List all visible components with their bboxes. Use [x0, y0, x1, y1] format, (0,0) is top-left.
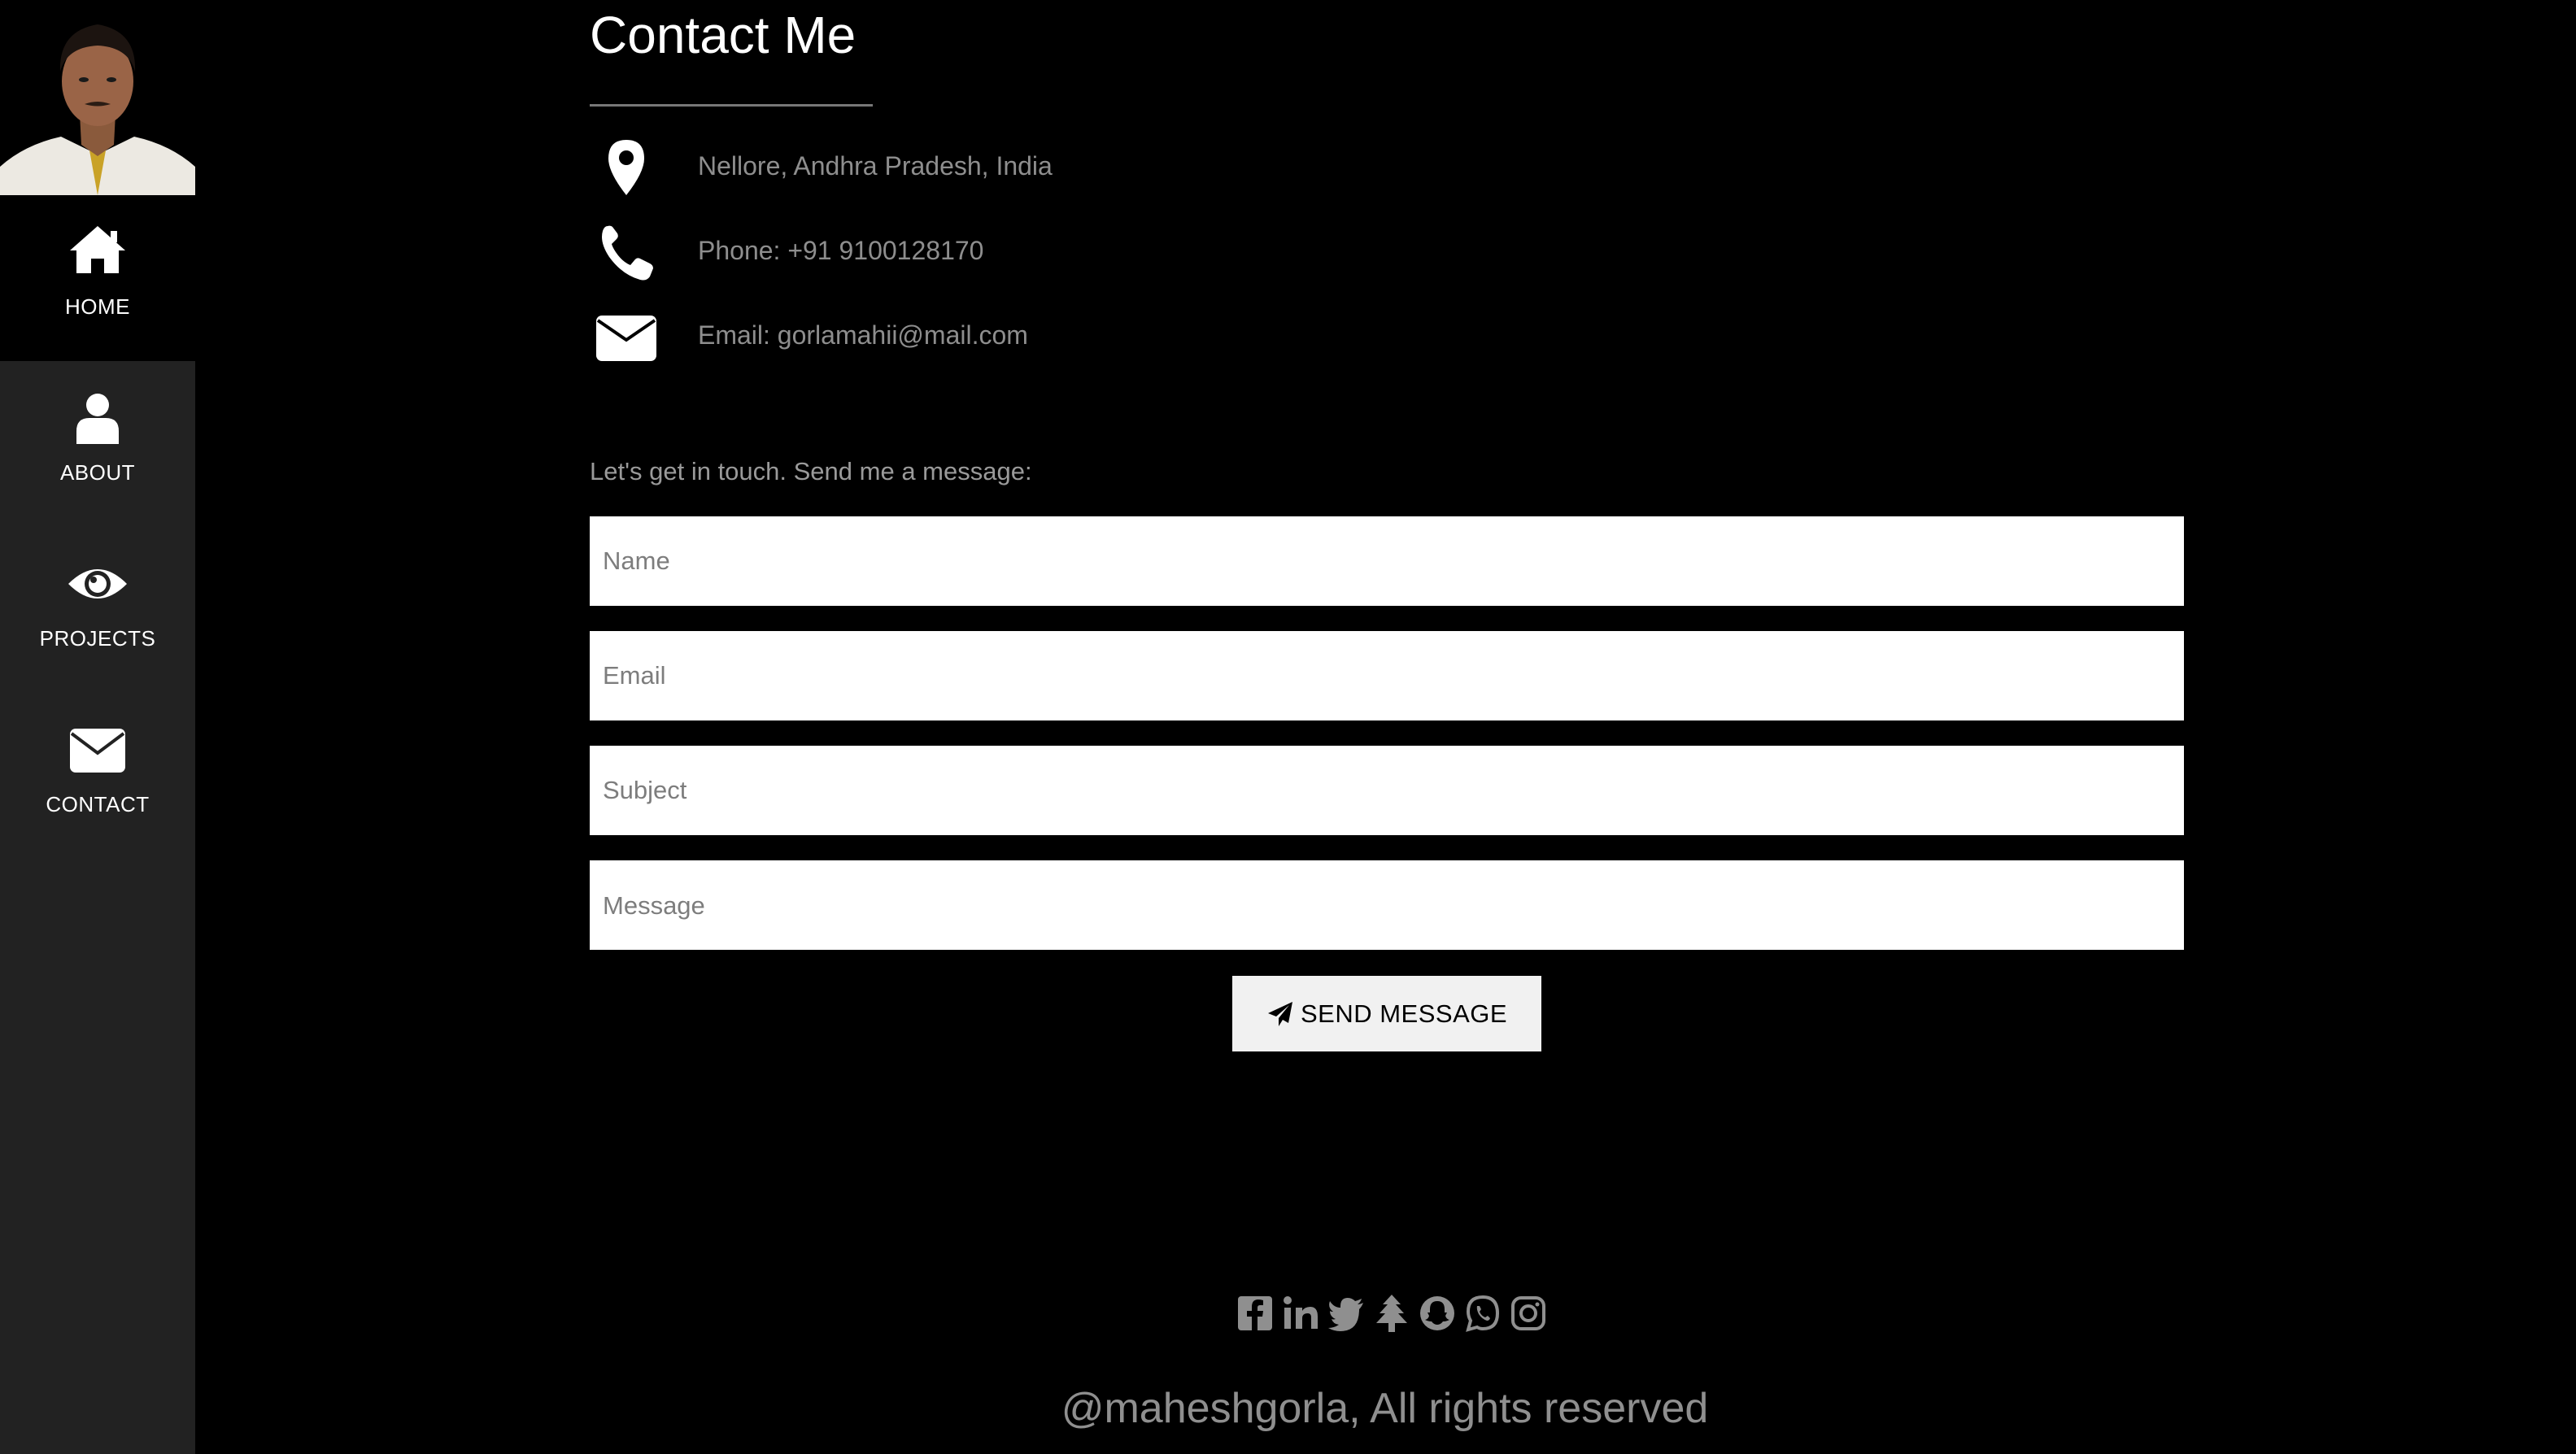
- sidebar-item-about[interactable]: ABOUT: [0, 361, 195, 527]
- title-divider: [590, 104, 873, 107]
- envelope-icon: [70, 729, 125, 773]
- sidebar-item-label: HOME: [65, 294, 130, 319]
- linktree-icon[interactable]: [1373, 1293, 1410, 1334]
- whatsapp-icon[interactable]: [1464, 1293, 1502, 1334]
- sidebar-item-label: CONTACT: [46, 792, 150, 816]
- contact-info-location: Nellore, Andhra Pradesh, India: [590, 130, 1322, 203]
- snapchat-icon[interactable]: [1419, 1293, 1456, 1334]
- user-icon: [76, 394, 119, 444]
- message-field[interactable]: [590, 860, 2184, 950]
- contact-info-email: Email: gorlamahii@mail.com: [590, 299, 1322, 372]
- sidebar-item-label: ABOUT: [59, 460, 136, 485]
- map-marker-icon: [608, 140, 644, 195]
- eye-icon: [68, 569, 127, 599]
- sidebar-item-projects[interactable]: PROJECTS: [0, 527, 195, 693]
- paper-plane-icon: [1267, 1001, 1292, 1026]
- avatar-image: [0, 0, 195, 195]
- sidebar: HOME ABOUT PROJECTS CONTACT: [0, 0, 195, 1454]
- linkedin-icon[interactable]: [1282, 1293, 1319, 1334]
- avatar: [0, 0, 195, 195]
- instagram-icon[interactable]: [1510, 1293, 1547, 1334]
- contact-intro: Let's get in touch. Send me a message:: [590, 457, 1032, 485]
- email-text: Email: gorlamahii@mail.com: [698, 320, 1028, 350]
- subject-field[interactable]: [590, 746, 2184, 835]
- send-message-label: SEND MESSAGE: [1300, 999, 1508, 1028]
- contact-info-phone: Phone: +91 9100128170: [590, 215, 1322, 288]
- envelope-icon: [596, 316, 656, 361]
- footer-copyright: @maheshgorla, All rights reserved: [0, 1384, 2576, 1433]
- location-text: Nellore, Andhra Pradesh, India: [698, 151, 1053, 181]
- sidebar-item-contact[interactable]: CONTACT: [0, 693, 195, 859]
- sidebar-item-label: PROJECTS: [39, 626, 156, 651]
- social-links: [1236, 1293, 1547, 1334]
- facebook-icon[interactable]: [1236, 1293, 1274, 1334]
- email-field[interactable]: [590, 631, 2184, 720]
- name-field[interactable]: [590, 516, 2184, 606]
- phone-icon: [602, 225, 653, 281]
- copyright-text: @maheshgorla, All rights reserved: [1061, 1385, 1709, 1432]
- home-icon: [70, 226, 125, 273]
- send-message-button[interactable]: SEND MESSAGE: [1232, 976, 1541, 1051]
- phone-text: Phone: +91 9100128170: [698, 236, 984, 265]
- page-title: Contact Me: [590, 6, 856, 64]
- sidebar-item-home[interactable]: HOME: [0, 195, 195, 361]
- twitter-icon[interactable]: [1327, 1293, 1365, 1334]
